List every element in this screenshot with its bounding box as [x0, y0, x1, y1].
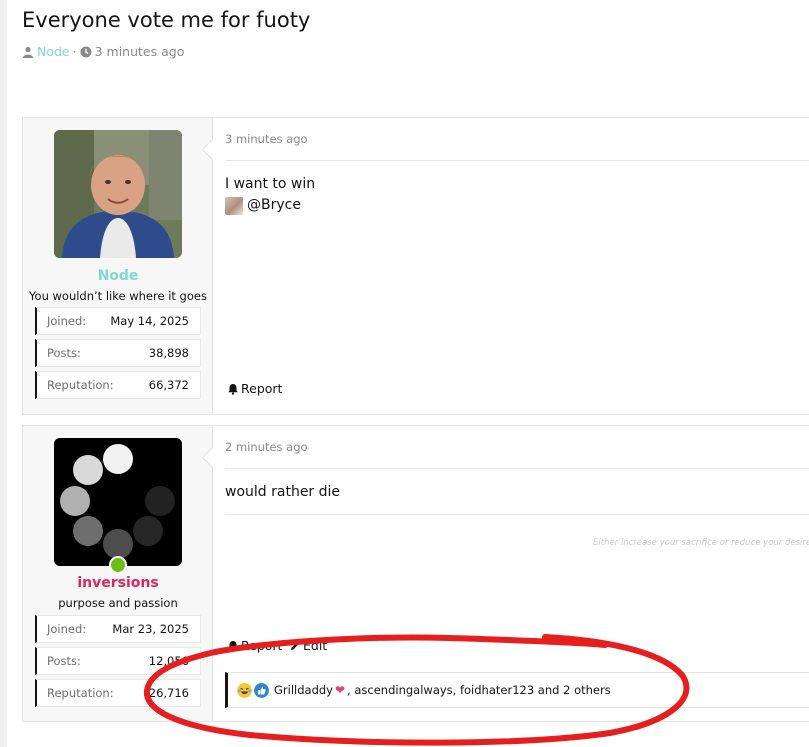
- post-text: would rather die: [225, 484, 341, 500]
- user-info-panel: Node You wouldn’t like where it goes Joi…: [23, 118, 213, 414]
- report-button[interactable]: Report: [227, 381, 282, 396]
- post-body: I want to win @Bryce: [225, 174, 315, 216]
- post: Node You wouldn’t like where it goes Joi…: [22, 117, 809, 415]
- avatar[interactable]: [54, 438, 182, 566]
- divider: [225, 160, 809, 161]
- report-button[interactable]: Report: [227, 638, 282, 653]
- thread-author-link[interactable]: Node: [37, 44, 70, 59]
- message-content: 2 minutes ago would rather die Either in…: [213, 426, 809, 721]
- bell-icon: [228, 383, 238, 395]
- stat-value: 26,716: [148, 686, 189, 700]
- username[interactable]: inversions: [23, 575, 213, 591]
- signature: Either increase your sacrifice or reduce…: [593, 538, 809, 548]
- stat-joined: Joined: May 14, 2025: [35, 307, 201, 335]
- thread-time[interactable]: 3 minutes ago: [95, 44, 185, 59]
- mention-text[interactable]: @Bryce: [247, 195, 301, 216]
- stat-label: Joined:: [47, 622, 87, 636]
- post: inversions purpose and passion Joined: M…: [22, 425, 809, 722]
- stat-value[interactable]: 38,898: [149, 346, 189, 360]
- report-label: Report: [241, 638, 283, 653]
- avatar[interactable]: [54, 130, 182, 258]
- stat-label: Reputation:: [47, 378, 114, 392]
- mention[interactable]: @Bryce: [225, 195, 315, 216]
- stat-label: Posts:: [47, 654, 81, 668]
- reactions-bar[interactable]: Grilldaddy ❤ , ascendingalways, foidhate…: [225, 672, 809, 708]
- stat-joined: Joined: Mar 23, 2025: [35, 615, 201, 643]
- username[interactable]: Node: [23, 268, 213, 284]
- heart-icon: ❤: [334, 683, 346, 697]
- bell-icon: [228, 640, 238, 652]
- post-body: would rather die: [225, 482, 340, 503]
- meta-separator: ·: [72, 44, 77, 59]
- stat-value: Mar 23, 2025: [112, 622, 189, 636]
- stat-posts: Posts: 12,056: [35, 647, 201, 675]
- left-gutter: [0, 0, 7, 747]
- stat-label: Joined:: [47, 314, 87, 328]
- post-time[interactable]: 2 minutes ago: [225, 440, 308, 454]
- stat-reputation: Reputation: 26,716: [35, 679, 201, 707]
- stat-reputation: Reputation: 66,372: [35, 371, 201, 399]
- signature-divider: [225, 514, 809, 515]
- like-thumb-icon: [254, 682, 269, 698]
- pencil-icon: [291, 641, 300, 650]
- thread-meta: Node · 3 minutes ago: [22, 44, 184, 59]
- report-label: Report: [241, 381, 283, 396]
- online-status-icon: [109, 556, 127, 574]
- stat-label: Posts:: [47, 346, 81, 360]
- forum-page: Everyone vote me for fuoty Node · 3 minu…: [0, 0, 809, 747]
- reaction-user-link[interactable]: Grilldaddy: [274, 683, 333, 697]
- post-time[interactable]: 3 minutes ago: [225, 132, 308, 146]
- stat-label: Reputation:: [47, 686, 114, 700]
- thread-title: Everyone vote me for fuoty: [22, 8, 311, 32]
- clock-icon: [80, 46, 92, 57]
- stat-value: 66,372: [148, 378, 189, 392]
- stat-posts: Posts: 38,898: [35, 339, 201, 367]
- edit-label: Edit: [303, 638, 328, 653]
- user-icon: [23, 46, 33, 58]
- laughing-emoji-icon: [237, 682, 252, 698]
- edit-button[interactable]: Edit: [289, 638, 327, 653]
- user-info-panel: inversions purpose and passion Joined: M…: [23, 426, 213, 721]
- message-content: 3 minutes ago I want to win @Bryce Repor…: [213, 118, 809, 414]
- mention-avatar: [225, 196, 243, 215]
- stat-value[interactable]: 12,056: [149, 654, 189, 668]
- user-title: You wouldn’t like where it goes: [29, 289, 207, 303]
- post-text: I want to win: [225, 176, 316, 192]
- reaction-others-text[interactable]: , ascendingalways, foidhater123 and 2 ot…: [347, 683, 611, 697]
- divider: [225, 468, 809, 469]
- stat-value: May 14, 2025: [110, 314, 189, 328]
- user-title: purpose and passion: [58, 596, 178, 610]
